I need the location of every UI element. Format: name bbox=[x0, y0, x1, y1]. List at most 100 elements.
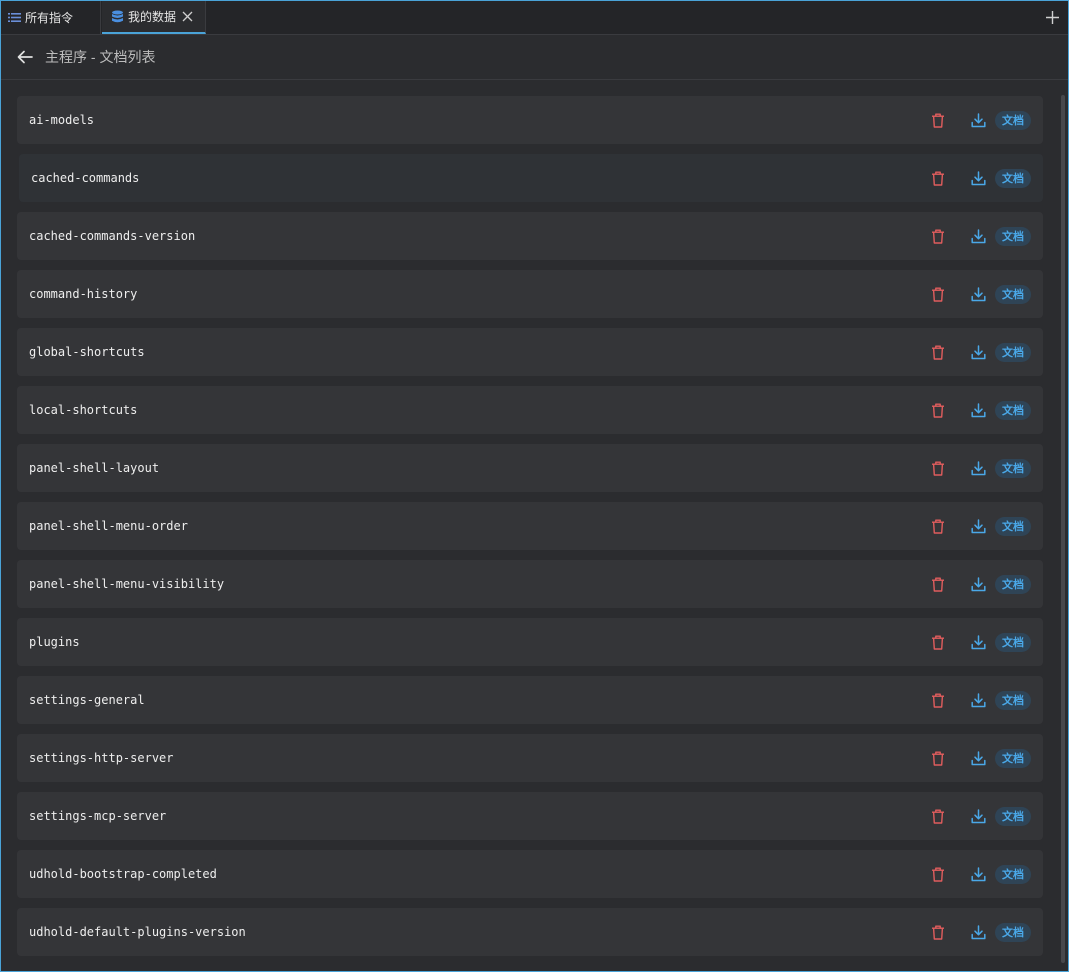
row-actions: 文档 bbox=[929, 864, 1031, 884]
delete-icon[interactable] bbox=[929, 227, 947, 245]
download-icon[interactable] bbox=[969, 111, 987, 129]
delete-icon[interactable] bbox=[929, 807, 947, 825]
document-badge[interactable]: 文档 bbox=[995, 168, 1031, 188]
download-icon[interactable] bbox=[969, 749, 987, 767]
list-item[interactable]: cached-commands 文档 bbox=[19, 154, 1043, 202]
document-name: udhold-bootstrap-completed bbox=[29, 867, 217, 881]
document-badge[interactable]: 文档 bbox=[995, 690, 1031, 710]
scrollbar[interactable] bbox=[1061, 95, 1065, 963]
row-actions: 文档 bbox=[929, 748, 1031, 768]
document-badge[interactable]: 文档 bbox=[995, 922, 1031, 942]
download-icon[interactable] bbox=[969, 865, 987, 883]
list-item[interactable]: udhold-bootstrap-completed 文档 bbox=[17, 850, 1043, 898]
row-actions: 文档 bbox=[929, 806, 1031, 826]
delete-icon[interactable] bbox=[929, 459, 947, 477]
document-name: panel-shell-menu-order bbox=[29, 519, 188, 533]
delete-icon[interactable] bbox=[929, 575, 947, 593]
document-badge[interactable]: 文档 bbox=[995, 632, 1031, 652]
download-icon[interactable] bbox=[969, 285, 987, 303]
document-badge[interactable]: 文档 bbox=[995, 110, 1031, 130]
delete-icon[interactable] bbox=[929, 517, 947, 535]
download-icon[interactable] bbox=[969, 923, 987, 941]
download-icon[interactable] bbox=[969, 459, 987, 477]
back-arrow-icon[interactable] bbox=[15, 47, 35, 67]
delete-icon[interactable] bbox=[929, 923, 947, 941]
delete-icon[interactable] bbox=[929, 633, 947, 651]
download-icon[interactable] bbox=[969, 575, 987, 593]
delete-icon[interactable] bbox=[929, 343, 947, 361]
tab-label: 所有指令 bbox=[25, 11, 74, 25]
document-name: settings-mcp-server bbox=[29, 809, 167, 823]
tab-all-commands[interactable]: 所有指令 bbox=[1, 1, 101, 34]
add-tab-icon[interactable] bbox=[1044, 9, 1060, 25]
close-icon[interactable] bbox=[182, 11, 193, 22]
document-badge[interactable]: 文档 bbox=[995, 342, 1031, 362]
row-actions: 文档 bbox=[929, 110, 1031, 130]
download-icon[interactable] bbox=[969, 691, 987, 709]
row-actions: 文档 bbox=[929, 226, 1031, 246]
delete-icon[interactable] bbox=[929, 749, 947, 767]
list-item[interactable]: udhold-default-plugins-version 文档 bbox=[17, 908, 1043, 956]
download-icon[interactable] bbox=[969, 401, 987, 419]
delete-icon[interactable] bbox=[929, 401, 947, 419]
list-item[interactable]: ai-models 文档 bbox=[17, 96, 1043, 144]
document-badge[interactable]: 文档 bbox=[995, 400, 1031, 420]
document-badge[interactable]: 文档 bbox=[995, 574, 1031, 594]
document-badge[interactable]: 文档 bbox=[995, 864, 1031, 884]
row-actions: 文档 bbox=[929, 284, 1031, 304]
tab-bar: 所有指令 我的数据 bbox=[1, 1, 1068, 35]
list-item[interactable]: command-history 文档 bbox=[17, 270, 1043, 318]
download-icon[interactable] bbox=[969, 343, 987, 361]
app-window: 所有指令 我的数据 主程序 - 文档列表 ai-models 文档 cached… bbox=[0, 0, 1069, 972]
list-item[interactable]: panel-shell-menu-visibility 文档 bbox=[17, 560, 1043, 608]
list-item[interactable]: panel-shell-layout 文档 bbox=[17, 444, 1043, 492]
row-actions: 文档 bbox=[929, 574, 1031, 594]
document-name: cached-commands-version bbox=[29, 229, 196, 243]
document-name: settings-http-server bbox=[29, 751, 174, 765]
row-actions: 文档 bbox=[929, 342, 1031, 362]
document-name: settings-general bbox=[29, 693, 145, 707]
tab-my-data[interactable]: 我的数据 bbox=[102, 1, 206, 34]
list-item[interactable]: settings-mcp-server 文档 bbox=[17, 792, 1043, 840]
download-icon[interactable] bbox=[969, 633, 987, 651]
list-item[interactable]: plugins 文档 bbox=[17, 618, 1043, 666]
download-icon[interactable] bbox=[969, 807, 987, 825]
list-item[interactable]: settings-general 文档 bbox=[17, 676, 1043, 724]
delete-icon[interactable] bbox=[929, 691, 947, 709]
download-icon[interactable] bbox=[969, 169, 987, 187]
document-badge[interactable]: 文档 bbox=[995, 748, 1031, 768]
delete-icon[interactable] bbox=[929, 865, 947, 883]
list-item[interactable]: local-shortcuts 文档 bbox=[17, 386, 1043, 434]
document-name: ai-models bbox=[29, 113, 95, 127]
document-badge[interactable]: 文档 bbox=[995, 806, 1031, 826]
document-name: panel-shell-menu-visibility bbox=[29, 577, 225, 591]
list-item[interactable]: global-shortcuts 文档 bbox=[17, 328, 1043, 376]
document-name: global-shortcuts bbox=[29, 345, 145, 359]
document-badge[interactable]: 文档 bbox=[995, 458, 1031, 478]
delete-icon[interactable] bbox=[929, 169, 947, 187]
document-list: ai-models 文档 cached-commands 文档 cached-c… bbox=[17, 96, 1043, 966]
download-icon[interactable] bbox=[969, 517, 987, 535]
tab-label: 我的数据 bbox=[128, 10, 177, 24]
row-actions: 文档 bbox=[929, 922, 1031, 942]
document-badge[interactable]: 文档 bbox=[995, 284, 1031, 304]
document-name: udhold-default-plugins-version bbox=[29, 925, 246, 939]
page-title: 主程序 - 文档列表 bbox=[45, 49, 156, 65]
document-badge[interactable]: 文档 bbox=[995, 226, 1031, 246]
row-actions: 文档 bbox=[929, 632, 1031, 652]
row-actions: 文档 bbox=[929, 458, 1031, 478]
row-actions: 文档 bbox=[929, 168, 1031, 188]
list-item[interactable]: cached-commands-version 文档 bbox=[17, 212, 1043, 260]
list-item[interactable]: settings-http-server 文档 bbox=[17, 734, 1043, 782]
document-badge[interactable]: 文档 bbox=[995, 516, 1031, 536]
document-name: command-history bbox=[29, 287, 138, 301]
list-item[interactable]: panel-shell-menu-order 文档 bbox=[17, 502, 1043, 550]
delete-icon[interactable] bbox=[929, 111, 947, 129]
download-icon[interactable] bbox=[969, 227, 987, 245]
document-name: local-shortcuts bbox=[29, 403, 138, 417]
delete-icon[interactable] bbox=[929, 285, 947, 303]
database-icon bbox=[111, 10, 124, 24]
document-name: panel-shell-layout bbox=[29, 461, 160, 475]
page-header: 主程序 - 文档列表 bbox=[1, 35, 1068, 80]
row-actions: 文档 bbox=[929, 516, 1031, 536]
